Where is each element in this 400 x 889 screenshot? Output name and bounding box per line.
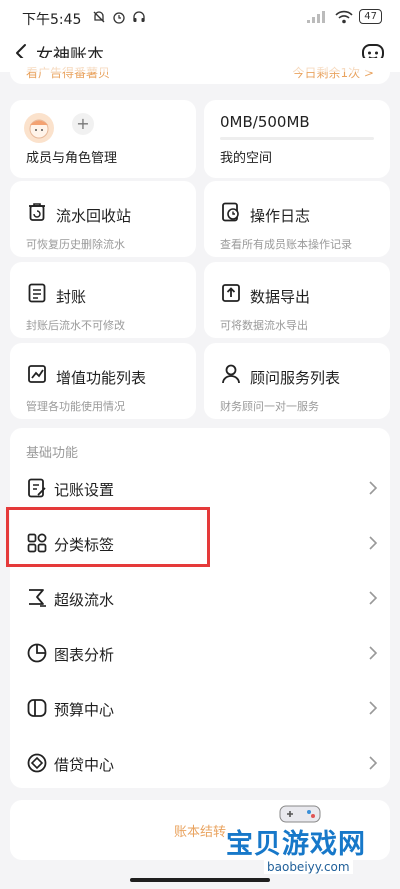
list-item-super-flow[interactable]: 超级流水	[10, 573, 390, 623]
tile-subtitle: 可恢复历史删除流水	[26, 238, 125, 251]
storage-progress-bar	[220, 137, 374, 140]
bookkeeping-settings-icon	[28, 478, 46, 498]
operation-log-icon	[222, 202, 239, 222]
chevron-right-icon	[369, 756, 378, 770]
export-icon	[222, 284, 240, 302]
home-indicator	[130, 878, 270, 882]
avatar	[24, 113, 54, 143]
status-time: 下午5:45	[22, 12, 82, 28]
highlight-box	[6, 507, 210, 567]
tile-subtitle: 可将数据流水导出	[220, 319, 308, 332]
tile-title: 流水回收站	[56, 207, 132, 225]
list-item-loan-center[interactable]: 借贷中心	[10, 738, 390, 788]
tile-title: 数据导出	[250, 288, 311, 306]
row-label: 图表分析	[54, 646, 115, 664]
add-member-button[interactable]: +	[72, 113, 94, 135]
status-bar: 下午5:45 47	[0, 0, 400, 34]
tile-title: 顾问服务列表	[250, 369, 341, 387]
ad-reward-banner[interactable]: 看广告得番薯贝 今日剩余1次 >	[10, 58, 390, 84]
chart-trend-icon	[28, 365, 46, 383]
basic-functions-section: 基础功能 记账设置 分类标签 超级流水 图表分析 预算中心 借贷中心	[10, 428, 390, 788]
list-item-chart-analysis[interactable]: 图表分析	[10, 628, 390, 678]
status-notification-icons	[92, 10, 146, 24]
chevron-right-icon	[369, 646, 378, 660]
tile-subtitle: 查看所有成员账本操作记录	[220, 238, 352, 251]
tile-title: 操作日志	[250, 207, 311, 225]
tile-subtitle: 财务顾问一对一服务	[220, 400, 319, 413]
chevron-right-icon	[369, 701, 378, 715]
storage-label: 我的空间	[220, 151, 273, 166]
wifi-icon	[335, 10, 353, 23]
tile-data-export[interactable]: 数据导出 可将数据流水导出	[204, 262, 390, 338]
recycle-bin-icon	[29, 203, 45, 221]
tile-value-added[interactable]: 增值功能列表 管理各功能使用情况	[10, 343, 196, 419]
tile-advisor-service[interactable]: 顾问服务列表 财务顾问一对一服务	[204, 343, 390, 419]
scroll-fade	[10, 58, 390, 72]
carry-over-label: 账本结转	[174, 825, 227, 840]
row-label: 超级流水	[54, 591, 115, 609]
pie-chart-icon	[27, 643, 47, 663]
members-label: 成员与角色管理	[26, 151, 118, 166]
storage-card[interactable]: 0MB/500MB 我的空间	[204, 100, 390, 178]
storage-value: 0MB/500MB	[220, 113, 310, 131]
row-label: 预算中心	[54, 701, 115, 719]
seal-ledger-icon	[28, 283, 46, 303]
chevron-right-icon	[369, 481, 378, 495]
budget-icon	[27, 699, 47, 717]
tile-seal-ledger[interactable]: 封账 封账后流水不可修改	[10, 262, 196, 338]
members-card[interactable]: + 成员与角色管理	[10, 100, 196, 178]
alarm-icon	[113, 12, 125, 24]
tile-title: 增值功能列表	[56, 369, 147, 387]
signal-icon	[307, 10, 326, 23]
status-system-icons: 47	[307, 9, 382, 24]
watermark-logo: 宝贝游戏网 baobeiyy.com	[222, 800, 392, 880]
loan-icon	[27, 753, 47, 773]
tile-subtitle: 管理各功能使用情况	[26, 400, 125, 413]
chevron-right-icon	[369, 591, 378, 605]
row-label: 记账设置	[54, 481, 115, 499]
list-item-bookkeeping-settings[interactable]: 记账设置	[10, 463, 390, 513]
list-item-budget-center[interactable]: 预算中心	[10, 683, 390, 733]
watermark-title: 宝贝游戏网	[226, 829, 366, 860]
watermark-url: baobeiyy.com	[264, 860, 353, 874]
row-label: 借贷中心	[54, 756, 115, 774]
tile-operation-log[interactable]: 操作日志 查看所有成员账本操作记录	[204, 181, 390, 257]
tile-recycle-bin[interactable]: 流水回收站 可恢复历史删除流水	[10, 181, 196, 257]
chevron-right-icon	[369, 536, 378, 550]
headphones-icon	[133, 11, 145, 22]
tile-title: 封账	[56, 288, 87, 306]
mute-bell-icon	[93, 11, 105, 23]
tile-subtitle: 封账后流水不可修改	[26, 319, 125, 332]
battery-indicator: 47	[359, 9, 382, 24]
section-header: 基础功能	[26, 446, 79, 461]
advisor-icon	[222, 364, 240, 384]
super-flow-icon	[29, 589, 46, 607]
